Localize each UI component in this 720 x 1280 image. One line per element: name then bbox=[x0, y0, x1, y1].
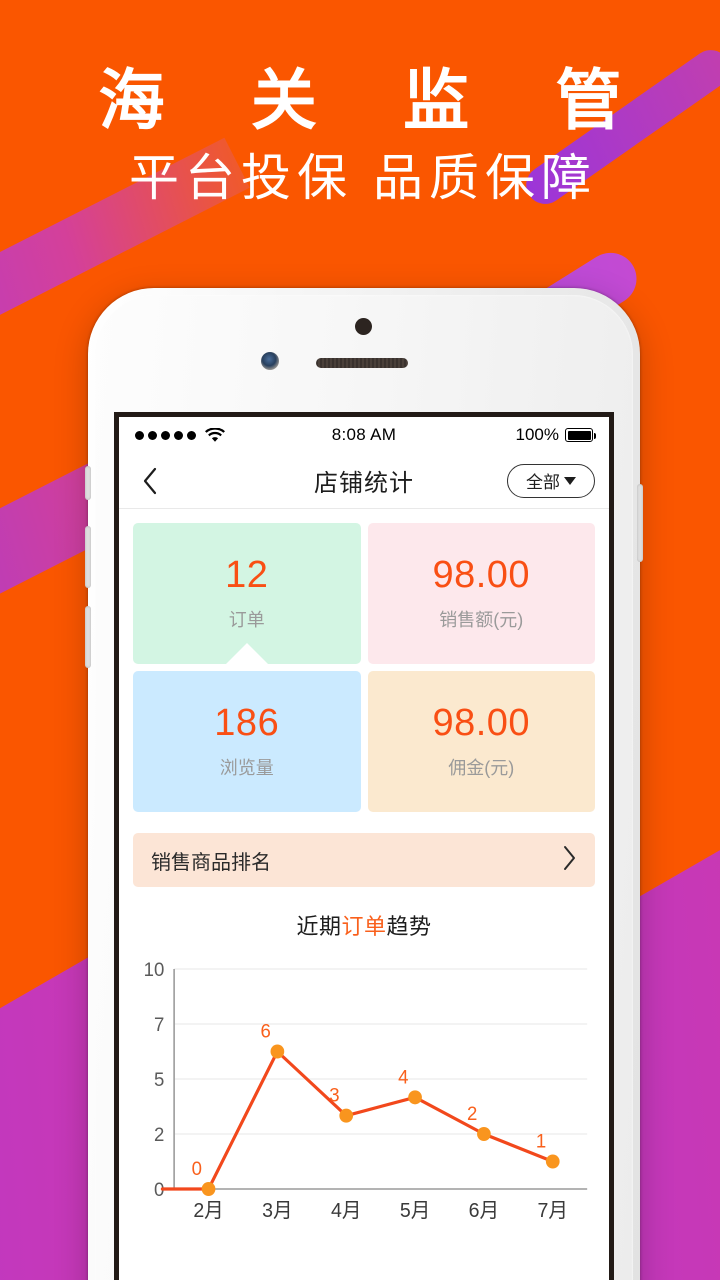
data-point-label: 6 bbox=[260, 1020, 270, 1041]
stat-card-commission[interactable]: 98.00 佣金(元) bbox=[367, 671, 595, 812]
stat-label: 销售额(元) bbox=[439, 610, 524, 631]
stat-value: 98.00 bbox=[432, 553, 531, 596]
stats-grid: 12 订单 98.00 销售额(元) 186 浏览量 98.00 佣金(元) bbox=[133, 523, 595, 812]
screen-content: 12 订单 98.00 销售额(元) 186 浏览量 98.00 佣金(元) 销… bbox=[119, 509, 609, 1231]
y-axis-tick-label: 10 bbox=[144, 959, 165, 980]
data-point[interactable] bbox=[545, 1154, 560, 1169]
data-point[interactable] bbox=[201, 1182, 216, 1196]
x-axis-tick-label: 6月 bbox=[469, 1200, 499, 1222]
data-point-label: 1 bbox=[536, 1130, 546, 1151]
app-navigation-bar: 店铺统计 全部 bbox=[119, 453, 609, 509]
orders-trend-chart-block: 近期订单趋势 0 2 5 7 10 0 6 3 4 2 1 2月 3月 4月 5月 6月 7月 bbox=[133, 909, 595, 1231]
headline-line-1: 海 关 监 管 bbox=[98, 63, 656, 137]
stat-value: 186 bbox=[214, 701, 280, 744]
earpiece-speaker-icon bbox=[316, 358, 408, 368]
stat-label: 佣金(元) bbox=[448, 758, 515, 779]
phone-mute-switch[interactable] bbox=[85, 466, 91, 500]
caret-down-icon bbox=[564, 476, 576, 485]
status-bar-clock: 8:08 AM bbox=[331, 425, 397, 444]
data-point[interactable] bbox=[477, 1127, 491, 1141]
filter-dropdown-label: 全部 bbox=[526, 473, 560, 492]
y-axis-tick-label: 7 bbox=[154, 1014, 164, 1035]
stat-value: 12 bbox=[225, 553, 269, 596]
stat-label: 订单 bbox=[228, 610, 265, 631]
stat-card-orders[interactable]: 12 订单 bbox=[133, 523, 361, 664]
data-point[interactable] bbox=[339, 1108, 354, 1123]
x-axis-tick-label: 4月 bbox=[331, 1200, 361, 1222]
chevron-right-icon bbox=[562, 845, 577, 876]
phone-volume-up-button[interactable] bbox=[85, 526, 91, 588]
orders-trend-line-chart: 0 2 5 7 10 0 6 3 4 2 1 2月 3月 4月 5月 6月 7月 bbox=[133, 953, 595, 1231]
chart-canvas: 0257100634212月 3月 4月 5月 6月 7月 bbox=[144, 959, 588, 1222]
data-point[interactable] bbox=[270, 1044, 285, 1059]
chart-title-prefix: 近期 bbox=[296, 914, 342, 939]
x-axis-tick-label: 7月 bbox=[538, 1200, 568, 1222]
data-point[interactable] bbox=[408, 1090, 422, 1105]
product-sales-ranking-label: 销售商品排名 bbox=[151, 851, 271, 874]
phone-power-button[interactable] bbox=[637, 484, 643, 562]
back-button[interactable] bbox=[133, 464, 167, 498]
product-sales-ranking-row[interactable]: 销售商品排名 bbox=[133, 833, 595, 887]
poster-headline: 海 关 监 管 平台投保 品质保障 bbox=[0, 58, 720, 214]
x-axis-tick-label: 2月 bbox=[193, 1200, 223, 1222]
phone-volume-down-button[interactable] bbox=[85, 606, 91, 668]
chevron-left-icon bbox=[143, 467, 157, 494]
series-line bbox=[206, 1049, 555, 1191]
data-point-label: 3 bbox=[329, 1084, 339, 1105]
stat-card-sales-amount[interactable]: 98.00 销售额(元) bbox=[367, 523, 595, 664]
phone-mockup: 8:08 AM 100% 店铺统计 全部 12 订单 98.00 销售额(元) … bbox=[85, 288, 643, 1280]
data-point-label: 2 bbox=[467, 1103, 477, 1124]
data-point-label: 4 bbox=[398, 1066, 408, 1087]
filter-dropdown-button[interactable]: 全部 bbox=[507, 463, 595, 498]
headline-line-2: 平台投保 品质保障 bbox=[129, 150, 597, 206]
stat-label: 浏览量 bbox=[219, 758, 274, 779]
phone-screen: 8:08 AM 100% 店铺统计 全部 12 订单 98.00 销售额(元) … bbox=[114, 412, 614, 1280]
x-axis-tick-label: 3月 bbox=[262, 1200, 292, 1222]
battery-icon bbox=[565, 428, 596, 442]
data-point-label: 0 bbox=[192, 1158, 202, 1179]
y-axis-tick-label: 5 bbox=[154, 1069, 164, 1090]
poster-root: 海 关 监 管 平台投保 品质保障 8:08 AM 100% 店铺统计 全部 1… bbox=[0, 0, 720, 1280]
y-axis-tick-label: 2 bbox=[154, 1124, 164, 1145]
proximity-sensor-icon bbox=[355, 318, 372, 335]
stat-card-page-views[interactable]: 186 浏览量 bbox=[133, 671, 361, 812]
x-axis-tick-label: 5月 bbox=[400, 1200, 430, 1222]
chart-title-highlight: 订单 bbox=[341, 914, 387, 939]
stat-value: 98.00 bbox=[432, 701, 531, 744]
chart-title: 近期订单趋势 bbox=[133, 909, 595, 941]
front-camera-icon bbox=[261, 352, 279, 370]
status-bar: 8:08 AM 100% bbox=[119, 417, 609, 453]
chart-title-suffix: 趋势 bbox=[386, 914, 432, 939]
selected-card-notch-icon bbox=[224, 643, 269, 664]
